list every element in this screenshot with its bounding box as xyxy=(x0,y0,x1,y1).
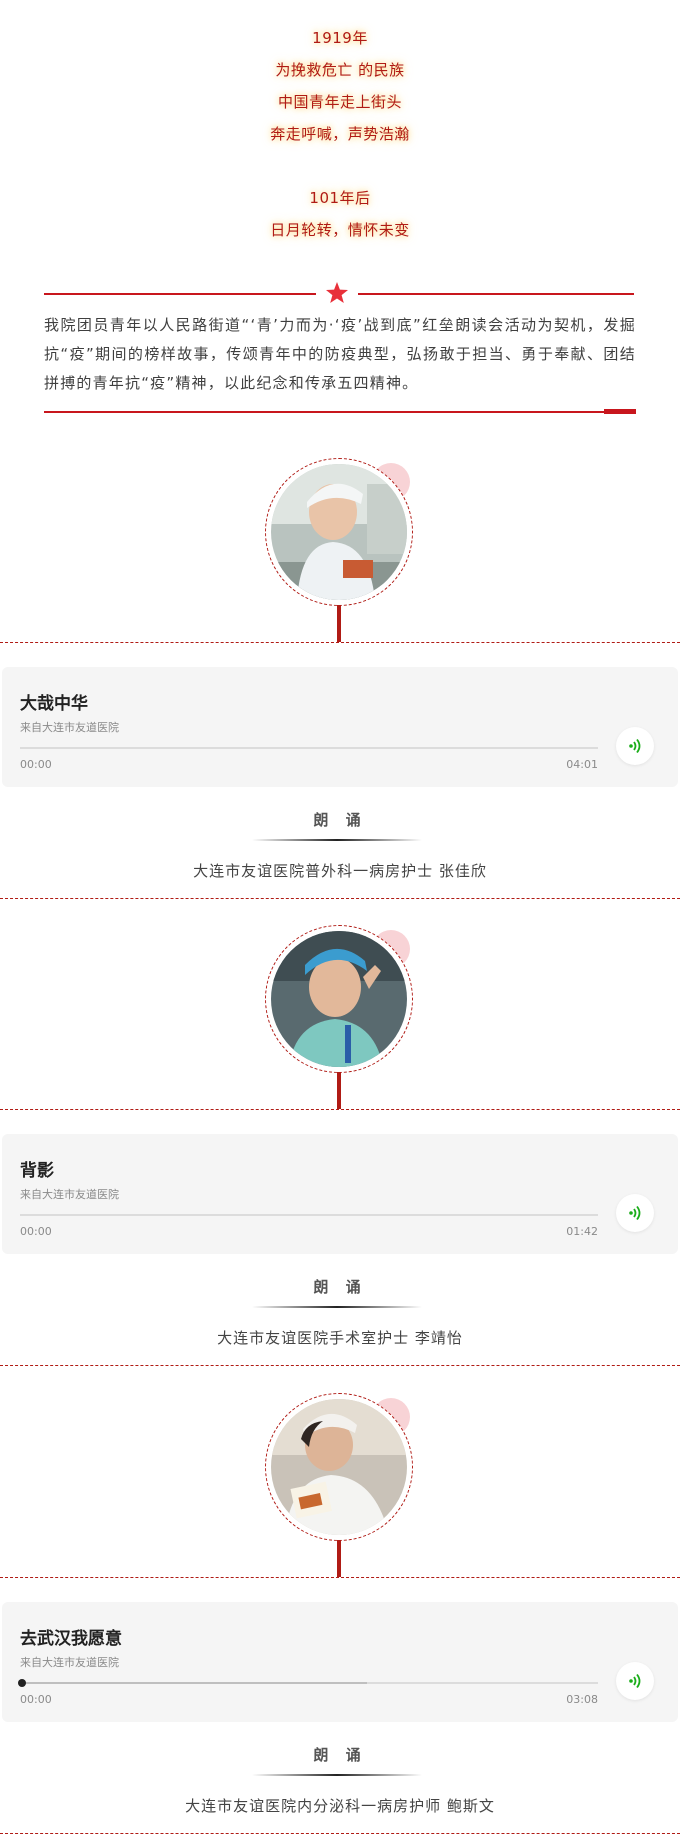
paragraph-underline xyxy=(44,409,636,414)
reader-credit: 大连市友谊医院手术室护士 李靖怡 xyxy=(217,1329,463,1347)
play-button[interactable] xyxy=(616,727,654,765)
audio-duration: 03:08 xyxy=(566,1693,598,1706)
audio-wave-icon xyxy=(629,1205,641,1221)
play-button[interactable] xyxy=(616,1662,654,1700)
reader-credit: 大连市友谊医院内分泌科一病房护师 鲍斯文 xyxy=(185,1797,495,1815)
star-icon xyxy=(326,282,348,303)
intro-block: 1919年 为挽救危亡 的民族 中国青年走上街头 奔走呼喊，声势浩瀚 101年后… xyxy=(0,0,680,280)
audio-current-time: 00:00 xyxy=(20,1693,52,1706)
audio-title: 去武汉我愿意 xyxy=(20,1629,122,1649)
intro-line: 日月轮转，情怀未变 xyxy=(270,221,410,239)
audio-source: 来自大连市友道医院 xyxy=(20,1656,119,1669)
audio-wave-icon xyxy=(629,1673,641,1689)
audio-player[interactable]: 大哉中华 来自大连市友道医院 00:00 04:01 xyxy=(2,667,678,787)
star-divider xyxy=(44,281,634,307)
dashed-divider xyxy=(0,1833,680,1834)
audio-current-time: 00:00 xyxy=(20,1225,52,1238)
intro-line: 奔走呼喊，声势浩瀚 xyxy=(270,125,410,143)
recite-divider xyxy=(252,1306,422,1308)
recite-label: 朗 诵 xyxy=(313,811,367,829)
progress-handle[interactable] xyxy=(18,1679,26,1687)
divider-line xyxy=(358,293,634,295)
dashed-divider xyxy=(0,642,680,643)
audio-progress-bar[interactable] xyxy=(20,1214,598,1216)
dashed-divider xyxy=(0,1577,680,1578)
audio-title: 背影 xyxy=(20,1161,54,1181)
dashed-divider xyxy=(0,1365,680,1366)
audio-source: 来自大连市友道医院 xyxy=(20,1188,119,1201)
play-button[interactable] xyxy=(616,1194,654,1232)
reader-credit: 大连市友谊医院普外科一病房护士 张佳欣 xyxy=(193,862,487,880)
nurse-photo xyxy=(271,1399,407,1535)
audio-duration: 01:42 xyxy=(566,1225,598,1238)
audio-wave-icon xyxy=(629,738,641,754)
divider-line xyxy=(44,293,316,295)
recite-divider xyxy=(252,1774,422,1776)
connector-stem xyxy=(337,605,341,642)
avatar xyxy=(262,1390,422,1550)
audio-current-time: 00:00 xyxy=(20,758,52,771)
intro-paragraph: 我院团员青年以人民路街道“‘青’力而为·‘疫’战到底”红垒朗读会活动为契机，发掘… xyxy=(44,316,636,392)
audio-progress-bar[interactable] xyxy=(20,747,598,749)
nurse-photo xyxy=(271,931,407,1067)
dashed-divider xyxy=(0,1109,680,1110)
dashed-divider xyxy=(0,898,680,899)
audio-duration: 04:01 xyxy=(566,758,598,771)
nurse-photo xyxy=(271,464,407,600)
audio-player[interactable]: 去武汉我愿意 来自大连市友道医院 00:00 03:08 xyxy=(2,1602,678,1722)
audio-title: 大哉中华 xyxy=(20,694,88,714)
avatar xyxy=(262,455,422,615)
intro-line: 1919年 xyxy=(312,29,368,47)
connector-stem xyxy=(337,1072,341,1109)
intro-line: 为挽救危亡 的民族 xyxy=(275,61,405,79)
connector-stem xyxy=(337,1540,341,1577)
audio-player[interactable]: 背影 来自大连市友道医院 00:00 01:42 xyxy=(2,1134,678,1254)
audio-source: 来自大连市友道医院 xyxy=(20,721,119,734)
recite-label: 朗 诵 xyxy=(313,1278,367,1296)
audio-progress-bar[interactable] xyxy=(18,1679,598,1687)
recite-divider xyxy=(252,839,422,841)
intro-line: 101年后 xyxy=(309,189,371,207)
intro-line: 中国青年走上街头 xyxy=(277,93,402,111)
reading-section: 去武汉我愿意 来自大连市友道医院 00:00 03:08 朗 诵 大连市友谊医院… xyxy=(0,1390,680,1837)
reading-section: 大哉中华 来自大连市友道医院 00:00 04:01 朗 诵 大连市友谊医院普外… xyxy=(0,455,680,923)
recite-label: 朗 诵 xyxy=(313,1746,367,1764)
avatar xyxy=(262,922,422,1082)
reading-section: 背影 来自大连市友道医院 00:00 01:42 朗 诵 大连市友谊医院手术室护… xyxy=(0,922,680,1390)
